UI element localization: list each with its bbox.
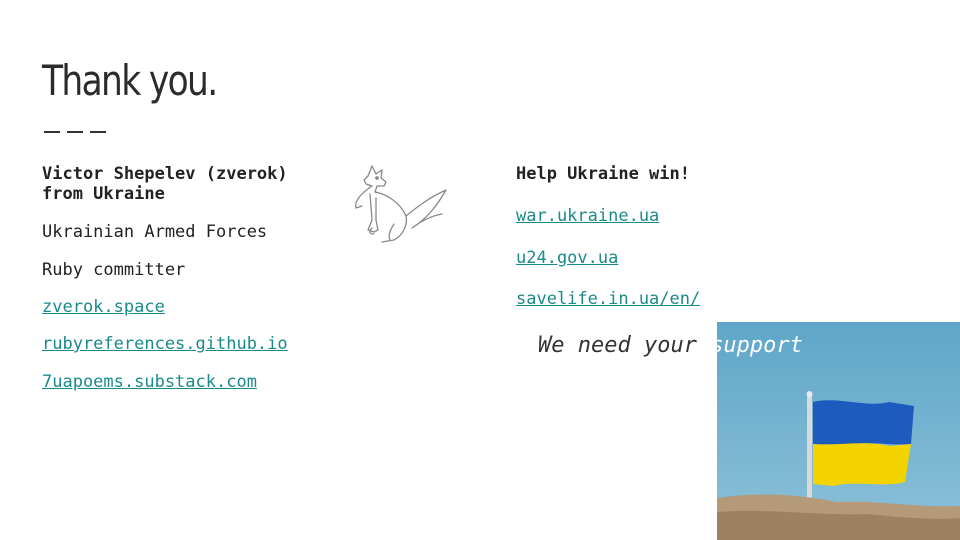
support-caption: We need your support: [538, 333, 803, 359]
author-affiliation: Ukrainian Armed Forces: [42, 222, 268, 242]
slide-title: Thank you.: [42, 56, 218, 105]
help-column: Help Ukraine win! war.ukraine.ua u24.gov…: [516, 164, 936, 309]
link-zverok-space[interactable]: zverok.space: [42, 297, 165, 317]
link-u24[interactable]: u24.gov.ua: [516, 248, 618, 268]
link-savelife[interactable]: savelife.in.ua/en/: [516, 289, 700, 309]
title-divider: [44, 131, 106, 133]
author-role: Ruby committer: [42, 260, 186, 280]
support-text-dark: We need your: [538, 333, 711, 358]
link-rubyreferences[interactable]: rubyreferences.github.io: [42, 334, 288, 354]
dog-sketch-icon: [354, 165, 447, 243]
author-column: Victor Shepelev (zverok) from Ukraine Uk…: [42, 164, 342, 392]
help-heading: Help Ukraine win!: [516, 164, 690, 184]
link-7uapoems[interactable]: 7uapoems.substack.com: [42, 372, 257, 392]
slide: Thank you. Victor Shepelev (zverok) from…: [0, 0, 960, 540]
support-text-light: support: [710, 333, 803, 358]
author-name: Victor Shepelev (zverok): [42, 164, 288, 184]
author-origin: from Ukraine: [42, 184, 165, 204]
link-war-ukraine[interactable]: war.ukraine.ua: [516, 206, 659, 226]
